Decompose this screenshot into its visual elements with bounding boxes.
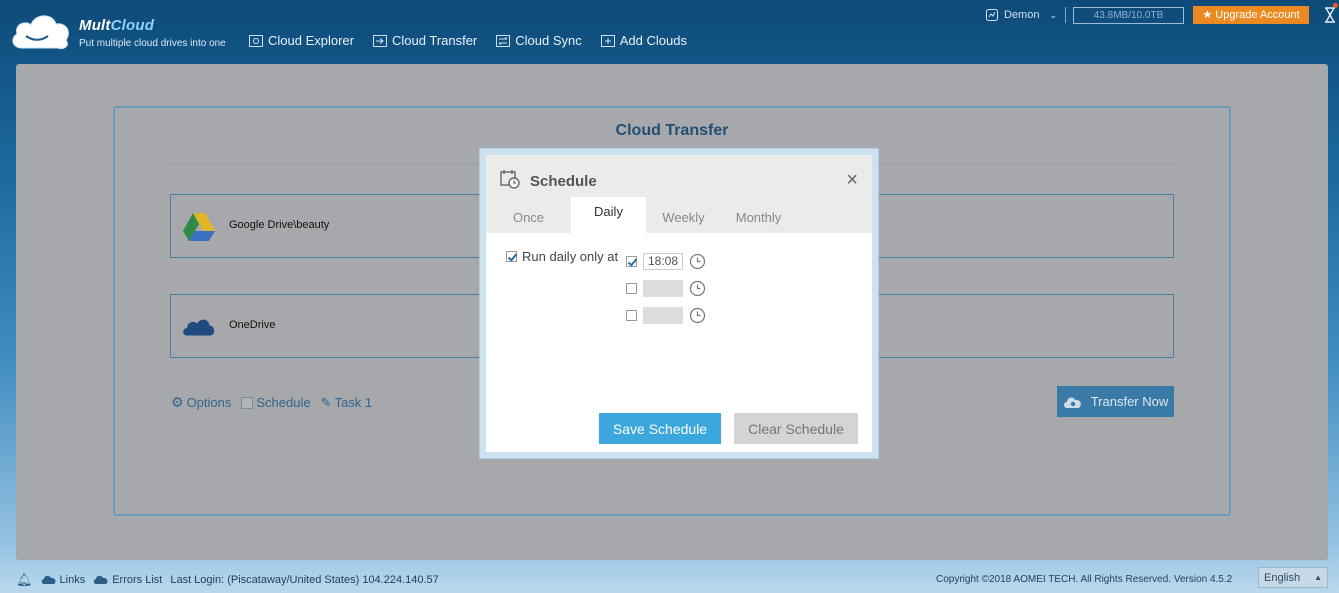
- clock-icon[interactable]: [689, 280, 706, 297]
- top-header: MultCloud Put multiple cloud drives into…: [0, 0, 1339, 62]
- task-hourglass-icon[interactable]: [1324, 3, 1338, 23]
- footer-left: 🔔︎ Links Errors List Last Login: (Piscat…: [16, 572, 439, 588]
- time-slot-checkbox[interactable]: [626, 283, 637, 294]
- task-label: Task 1: [334, 395, 373, 410]
- cloud-transfer-icon: [1063, 397, 1081, 408]
- transfer-now-button[interactable]: Transfer Now: [1057, 386, 1174, 417]
- schedule-dialog: Schedule × Once Daily Weekly Monthly Run…: [479, 148, 879, 459]
- clear-schedule-button[interactable]: Clear Schedule: [734, 413, 858, 444]
- task-name-link[interactable]: ✎ Task 1: [321, 395, 372, 411]
- user-name: Demon: [1003, 9, 1040, 21]
- save-schedule-button[interactable]: Save Schedule: [599, 413, 721, 444]
- time-slot-checkbox[interactable]: [626, 256, 637, 267]
- time-slot-row: [626, 280, 706, 297]
- copyright-text: Copyright ©2018 AOMEI TECH. All Rights R…: [936, 574, 1233, 585]
- options-link[interactable]: ⚙ Options: [171, 394, 231, 411]
- tab-daily[interactable]: Daily: [571, 197, 646, 233]
- gear-icon: ⚙: [171, 394, 184, 410]
- target-drive-label: OneDrive: [229, 319, 276, 331]
- run-daily-label: Run daily only at: [522, 249, 619, 264]
- caret-up-icon: ▲: [1314, 573, 1322, 582]
- options-label: Options: [186, 395, 232, 410]
- edit-icon: ✎: [320, 394, 332, 410]
- notification-bell-icon[interactable]: 🔔︎: [16, 572, 33, 588]
- run-daily-row: Run daily only at: [506, 249, 618, 264]
- chevron-down-icon: ⌄: [1049, 9, 1057, 20]
- time-slot-row: 18:08: [626, 253, 706, 270]
- app-tagline: Put multiple cloud drives into one: [79, 38, 226, 49]
- footer: 🔔︎ Links Errors List Last Login: (Piscat…: [0, 563, 1339, 593]
- storage-quota: 43.8MB/10.0TB: [1073, 6, 1184, 24]
- schedule-tabs: Once Daily Weekly Monthly: [486, 197, 796, 233]
- schedule-dialog-body: Schedule × Once Daily Weekly Monthly Run…: [486, 155, 872, 452]
- nav-cloud-sync[interactable]: Cloud Sync: [496, 33, 582, 48]
- language-value: English: [1264, 571, 1301, 584]
- main-nav: Cloud Explorer Cloud Transfer Cloud Sync…: [249, 33, 687, 48]
- onedrive-icon: [183, 319, 215, 336]
- daily-schedule-panel: Run daily only at 18:08 Save Schedule Cl…: [486, 233, 872, 452]
- clock-icon[interactable]: [689, 307, 706, 324]
- cloud-sync-icon: [496, 35, 511, 47]
- dialog-title: Schedule: [530, 173, 597, 190]
- time-field[interactable]: [643, 307, 683, 324]
- schedule-checkbox[interactable]: [241, 396, 254, 409]
- notification-dot: [1333, 3, 1338, 8]
- nav-label: Cloud Explorer: [268, 33, 354, 48]
- tab-once[interactable]: Once: [486, 197, 571, 233]
- links-link[interactable]: Links: [41, 574, 86, 586]
- schedule-link[interactable]: Schedule: [241, 395, 311, 410]
- last-login-text: Last Login: (Piscataway/United States) 1…: [170, 574, 439, 586]
- multcloud-logo-icon[interactable]: [8, 10, 74, 52]
- run-daily-checkbox[interactable]: [506, 251, 517, 262]
- task-options-row: ⚙ Options Schedule ✎ Task 1: [171, 394, 372, 411]
- errors-label: Errors List: [112, 574, 163, 586]
- errors-list-link[interactable]: Errors List: [93, 574, 162, 586]
- calendar-clock-icon: [500, 170, 520, 189]
- cloud-transfer-icon: [373, 35, 387, 47]
- nav-label: Cloud Transfer: [392, 33, 478, 48]
- tab-monthly[interactable]: Monthly: [721, 197, 796, 233]
- nav-label: Add Clouds: [619, 33, 687, 48]
- dialog-header: Schedule × Once Daily Weekly Monthly: [486, 155, 872, 233]
- cloud-link-icon: [41, 575, 55, 584]
- links-label: Links: [59, 574, 86, 586]
- cloud-error-icon: [93, 575, 108, 584]
- time-slot-row: [626, 307, 706, 324]
- account-bar: Demon ⌄ 43.8MB/10.0TB ★ Upgrade Account: [985, 3, 1339, 24]
- tab-weekly[interactable]: Weekly: [646, 197, 721, 233]
- time-field[interactable]: [643, 280, 683, 297]
- time-field[interactable]: 18:08: [643, 253, 683, 270]
- cloud-explorer-icon: [249, 35, 263, 47]
- add-clouds-icon: [600, 35, 615, 47]
- schedule-label: Schedule: [256, 395, 311, 410]
- app-name[interactable]: MultCloud: [79, 17, 154, 34]
- page-title: Cloud Transfer: [615, 122, 729, 139]
- nav-label: Cloud Sync: [515, 33, 582, 48]
- time-slot-checkbox[interactable]: [626, 310, 637, 321]
- upgrade-account-button[interactable]: ★ Upgrade Account: [1193, 6, 1309, 24]
- user-menu[interactable]: Demon ⌄: [985, 9, 1057, 21]
- user-icon: [985, 9, 998, 21]
- language-select[interactable]: English ▲: [1258, 567, 1328, 588]
- close-icon[interactable]: ×: [846, 170, 858, 190]
- nav-add-clouds[interactable]: Add Clouds: [600, 33, 687, 48]
- google-drive-icon: [183, 213, 215, 241]
- source-drive-label: Google Drive\beauty: [229, 219, 330, 231]
- nav-cloud-explorer[interactable]: Cloud Explorer: [249, 33, 354, 48]
- nav-cloud-transfer[interactable]: Cloud Transfer: [373, 33, 477, 48]
- transfer-now-label: Transfer Now: [1090, 394, 1169, 409]
- clock-icon[interactable]: [689, 253, 706, 270]
- divider: [1065, 7, 1066, 23]
